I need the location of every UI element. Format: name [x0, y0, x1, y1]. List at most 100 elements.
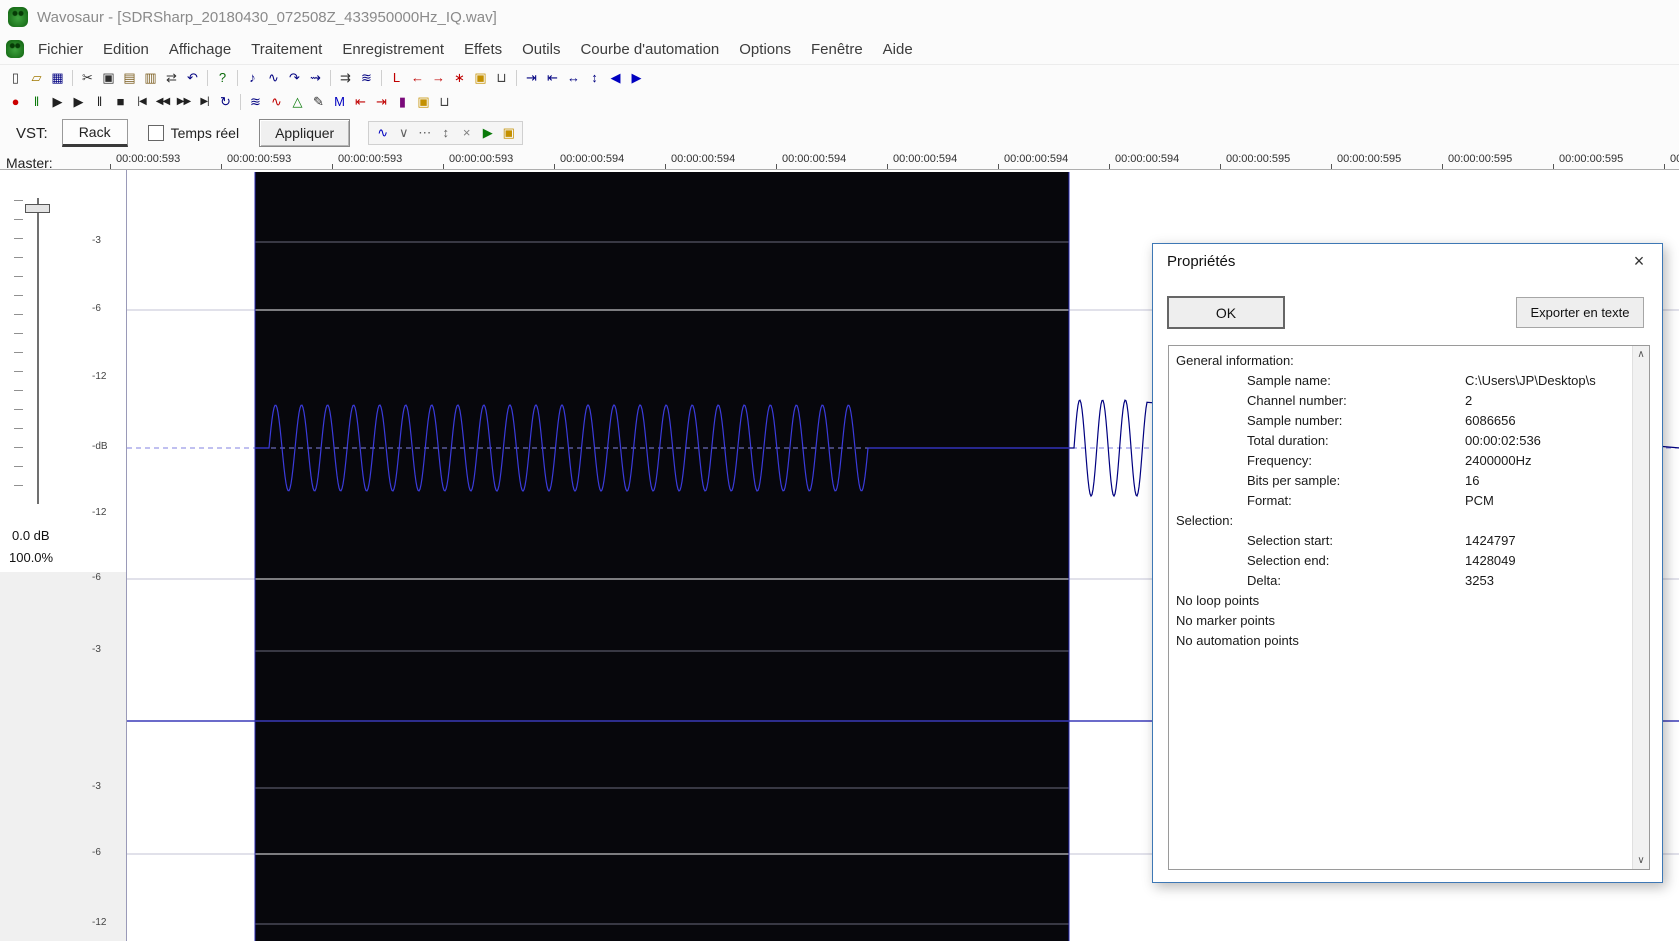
properties-list: General information: Sample name: C:\Users… — [1168, 345, 1650, 870]
nudge-right-icon[interactable]: ⇥ — [371, 92, 392, 112]
vst-more-icon[interactable]: ⋯ — [414, 123, 435, 143]
menu-aide[interactable]: Aide — [873, 37, 923, 62]
menu-effets[interactable]: Effets — [454, 37, 512, 62]
apply-button[interactable]: Appliquer — [259, 119, 351, 147]
play-selection-icon[interactable]: ▶ — [68, 92, 89, 112]
ruler-timestamp: 00:00:00:595 — [1448, 153, 1513, 165]
vst-lock-icon[interactable]: ▣ — [498, 123, 519, 143]
property-row: No automation points — [1176, 633, 1299, 648]
save-icon[interactable]: ▦ — [47, 68, 68, 88]
spectrum-icon[interactable]: ∿ — [266, 92, 287, 112]
rewind-icon[interactable]: ◀◀ — [152, 92, 173, 112]
property-row: General information: — [1176, 353, 1294, 368]
stop-icon[interactable]: ■ — [110, 92, 131, 112]
document-icon[interactable] — [6, 40, 24, 58]
export-text-button[interactable]: Exporter en texte — [1516, 297, 1644, 328]
interpolate-icon[interactable]: ⇉ — [335, 68, 356, 88]
copy-icon[interactable]: ▣ — [98, 68, 119, 88]
vst-play-icon[interactable]: ▶ — [477, 123, 498, 143]
scrollbar[interactable]: ∧ ∨ — [1632, 346, 1649, 869]
zoom-selection-icon[interactable]: ⇥ — [521, 68, 542, 88]
marker-l-icon[interactable]: L — [386, 68, 407, 88]
open-file-icon[interactable]: ▱ — [26, 68, 47, 88]
property-row: Selection end: 1428049 — [1247, 553, 1516, 568]
toolbar-separator — [207, 69, 208, 86]
audio-properties-icon[interactable]: ♪ — [242, 68, 263, 88]
marker-burst-icon[interactable]: ∗ — [449, 68, 470, 88]
region-left-icon[interactable]: ← — [407, 68, 428, 88]
lock-markers-icon[interactable]: ▣ — [470, 68, 491, 88]
pause-icon[interactable]: ‖ — [26, 92, 47, 112]
undo-icon[interactable]: ↶ — [182, 68, 203, 88]
toolbar-separator — [72, 69, 73, 86]
record-mode-icon[interactable]: ▮ — [392, 92, 413, 112]
lock-icon[interactable]: ▣ — [413, 92, 434, 112]
replace-icon[interactable]: ⇄ — [161, 68, 182, 88]
vst-wave-icon[interactable]: ∿ — [372, 123, 393, 143]
scroll-up-icon[interactable]: ∧ — [1633, 346, 1649, 363]
window-title: Wavosaur - [SDRSharp_20180430_072508Z_43… — [37, 8, 497, 26]
close-icon[interactable]: × — [1624, 247, 1654, 275]
analysis-icon[interactable]: ≋ — [356, 68, 377, 88]
loop-icon[interactable]: ↻ — [215, 92, 236, 112]
cut-icon[interactable]: ✂ — [77, 68, 98, 88]
toolbar-main: ▯ ▱ ▦ ✂ ▣ ▤ ▥ ⇄ ↶? ♪ ∿ ↷ ⇝ ⇉ ≋ L ← → ∗ ▣ ⊔ ⇥ ⇤ ↔ ↕ ◀ ▶ — [0, 64, 1679, 90]
menu-fen-tre[interactable]: Fenêtre — [801, 37, 873, 62]
go-end-icon[interactable]: ▶| — [194, 92, 215, 112]
realtime-checkbox[interactable] — [147, 125, 164, 141]
draw-icon[interactable]: ✎ — [308, 92, 329, 112]
menu-affichage[interactable]: Affichage — [159, 37, 241, 62]
menu-edition[interactable]: Edition — [93, 37, 159, 62]
batch-icon[interactable]: ⇝ — [305, 68, 326, 88]
play-list-icon[interactable]: ≋ — [245, 92, 266, 112]
new-file-icon[interactable]: ▯ — [5, 68, 26, 88]
timeline-ruler[interactable]: 00:00:00:593 00:00:00:593 00:00:00:593 00:0… — [0, 152, 1679, 170]
rack-button[interactable]: Rack — [61, 119, 128, 147]
midi-icon[interactable]: M — [329, 92, 350, 112]
zoom-vertical-icon[interactable]: ↕ — [584, 68, 605, 88]
menu-items: Fichier Edition Affichage Traitement Enregis… — [28, 37, 923, 62]
play-icon[interactable]: ▶ — [47, 92, 68, 112]
vst-resize-icon[interactable]: ↕ — [435, 123, 456, 143]
ruler-timestamp: 00:00:00:594 — [560, 153, 625, 165]
record-icon[interactable]: ● — [5, 92, 26, 112]
db-scale-label: -12 — [92, 371, 107, 382]
convert-icon[interactable]: ↷ — [284, 68, 305, 88]
menu-courbe-d-automation[interactable]: Courbe d'automation — [570, 37, 729, 62]
ok-button[interactable]: OK — [1167, 296, 1285, 329]
menu-fichier[interactable]: Fichier — [28, 37, 93, 62]
property-row: Format: PCM — [1247, 493, 1494, 508]
forward-icon[interactable]: ▶▶ — [173, 92, 194, 112]
paste-icon[interactable]: ▤ — [119, 68, 140, 88]
next-view-icon[interactable]: ▶ — [626, 68, 647, 88]
pause-alt-icon[interactable]: ‖ — [89, 92, 110, 112]
vst-close-icon[interactable]: × — [456, 123, 477, 143]
menu-outils[interactable]: Outils — [512, 37, 570, 62]
ruler-tick — [1664, 164, 1665, 169]
menu-enregistrement[interactable]: Enregistrement — [332, 37, 454, 62]
ruler-timestamp: 00:00:00:593 — [449, 153, 514, 165]
statistics-icon[interactable]: △ — [287, 92, 308, 112]
ruler-timestamp: 00:00:00:594 — [1115, 153, 1180, 165]
menu-traitement[interactable]: Traitement — [241, 37, 332, 62]
go-start-icon[interactable]: |◀ — [131, 92, 152, 112]
delete-markers-icon[interactable]: ⊔ — [491, 68, 512, 88]
nudge-left-icon[interactable]: ⇤ — [350, 92, 371, 112]
menu-options[interactable]: Options — [729, 37, 801, 62]
vst-dropdown-icon[interactable]: ∨ — [393, 123, 414, 143]
help-icon[interactable]: ? — [212, 68, 233, 88]
vst-label: VST: — [16, 124, 48, 142]
master-slider-handle[interactable] — [25, 204, 50, 213]
property-row: Total duration: 00:00:02:536 — [1247, 433, 1541, 448]
db-scale-label: -6 — [92, 303, 101, 314]
resample-icon[interactable]: ∿ — [263, 68, 284, 88]
trash-icon[interactable]: ⊔ — [434, 92, 455, 112]
scroll-down-icon[interactable]: ∨ — [1633, 852, 1649, 869]
prev-view-icon[interactable]: ◀ — [605, 68, 626, 88]
zoom-out-icon[interactable]: ⇤ — [542, 68, 563, 88]
paste-special-icon[interactable]: ▥ — [140, 68, 161, 88]
zoom-horizontal-icon[interactable]: ↔ — [563, 68, 584, 88]
ruler-tick — [887, 164, 888, 169]
selection-region[interactable] — [255, 172, 1069, 941]
region-right-icon[interactable]: → — [428, 68, 449, 88]
